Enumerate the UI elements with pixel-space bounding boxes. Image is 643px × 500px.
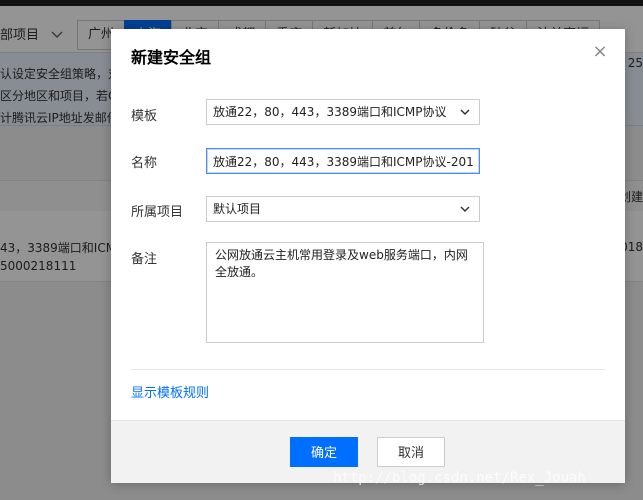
template-label: 模板 [131,109,158,124]
cancel-button[interactable]: 取消 [377,437,445,467]
remark-textarea[interactable]: 公网放通云主机常用登录及web服务端口，内网全放通。 [206,242,484,343]
watermark-text: http://blog.csdn.net/Rex_Jouah [333,470,586,486]
project-select-value: 默认项目 [213,202,262,216]
show-template-rules-link[interactable]: 显示模板规则 [131,382,209,401]
divider [131,369,605,370]
project-label: 所属项目 [131,205,184,220]
dialog-header: 新建安全组 × [111,29,625,81]
new-security-group-dialog: 新建安全组 × 模板 放通22，80，443，3389端口和ICMP协议 名称 … [111,29,625,483]
template-select-value: 放通22，80，443，3389端口和ICMP协议 [213,105,447,119]
remark-label: 备注 [131,252,158,267]
chevron-down-icon [459,100,471,124]
dialog-title: 新建安全组 [131,48,212,67]
chevron-down-icon [459,197,471,221]
name-input[interactable] [206,148,480,174]
close-icon[interactable]: × [589,41,611,63]
project-select[interactable]: 默认项目 [206,196,480,222]
confirm-button[interactable]: 确定 [290,437,358,467]
template-select[interactable]: 放通22，80，443，3389端口和ICMP协议 [206,99,480,125]
name-label: 名称 [131,156,158,171]
